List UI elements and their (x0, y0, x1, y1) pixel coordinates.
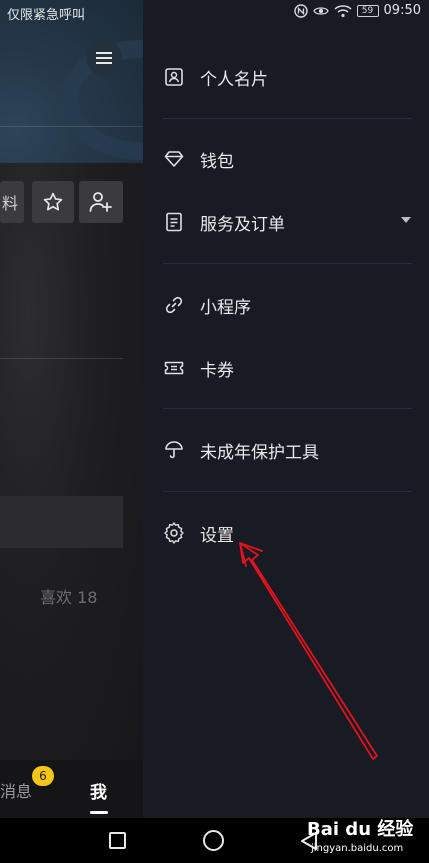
umbrella-icon (163, 439, 185, 461)
add-friend-button[interactable] (79, 181, 123, 223)
profile-divider (0, 358, 123, 359)
wifi-icon (334, 4, 352, 17)
hamburger-menu-icon[interactable] (86, 40, 122, 76)
menu-item-coupons[interactable]: 卡券 (163, 353, 234, 383)
menu-item-label: 设置 (200, 525, 234, 546)
status-bar: 仅限紧急呼叫 59 09:50 (0, 0, 429, 24)
tab-me-indicator (90, 811, 108, 814)
link-icon (163, 294, 185, 316)
watermark-url: jingyan.baidu.com (311, 843, 404, 854)
id-card-icon (163, 66, 185, 88)
star-outline-icon (43, 192, 63, 211)
ticket-icon (163, 357, 185, 379)
profile-body (0, 163, 143, 760)
menu-item-minor-protection[interactable]: 未成年保护工具 (163, 435, 319, 465)
recent-apps-square-icon[interactable] (109, 832, 126, 849)
menu-item-business-card[interactable]: 个人名片 (163, 62, 268, 92)
battery-icon: 59 (356, 4, 379, 17)
menu-item-label: 小程序 (200, 297, 251, 318)
menu-divider (163, 263, 412, 264)
eye-icon (312, 6, 329, 15)
home-circle-icon[interactable] (203, 830, 224, 851)
baidu-jingyan-watermark: Bai du 经验 jingyan.baidu.com (305, 813, 423, 861)
carrier-text: 仅限紧急呼叫 (7, 8, 86, 23)
menu-item-label: 卡券 (200, 360, 234, 381)
side-drawer-menu: 个人名片 钱包 服务及订单 小程序 卡券 未成年保护工具 设置 (143, 0, 429, 818)
likes-tab[interactable]: 喜欢 18 (40, 584, 97, 608)
menu-item-label: 个人名片 (200, 69, 268, 90)
clock: 09:50 (383, 3, 421, 18)
menu-divider (163, 118, 412, 119)
background-profile-screen: 料 喜欢 18 消息 6 我 (0, 0, 143, 818)
header-divider (0, 126, 143, 127)
watermark-logo: Bai du 经验 (307, 819, 414, 840)
menu-item-services-orders[interactable]: 服务及订单 (163, 207, 285, 237)
menu-divider (163, 491, 412, 492)
menu-item-label: 未成年保护工具 (200, 442, 319, 463)
settings-gear-icon (163, 522, 185, 544)
menu-item-mini-programs[interactable]: 小程序 (163, 290, 251, 320)
edit-profile-label: 料 (1, 194, 18, 213)
edit-profile-button[interactable]: 料 (0, 181, 24, 223)
favorites-button[interactable] (32, 181, 74, 223)
document-icon (163, 211, 185, 233)
menu-item-settings[interactable]: 设置 (163, 518, 234, 548)
tab-messages[interactable]: 消息 (0, 778, 32, 802)
tab-me[interactable]: 我 (90, 778, 107, 803)
messages-badge: 6 (32, 766, 54, 786)
add-user-icon (89, 192, 112, 212)
menu-item-label: 钱包 (200, 151, 234, 172)
diamond-icon (163, 148, 185, 170)
profile-info-bar (0, 496, 123, 548)
status-icons: 59 09:50 (293, 3, 421, 18)
nfc-icon (293, 3, 308, 18)
menu-item-wallet[interactable]: 钱包 (163, 144, 234, 174)
menu-item-label: 服务及订单 (200, 214, 285, 235)
profile-header-background (0, 0, 143, 163)
chevron-down-icon[interactable] (401, 217, 411, 223)
menu-divider (163, 408, 412, 409)
